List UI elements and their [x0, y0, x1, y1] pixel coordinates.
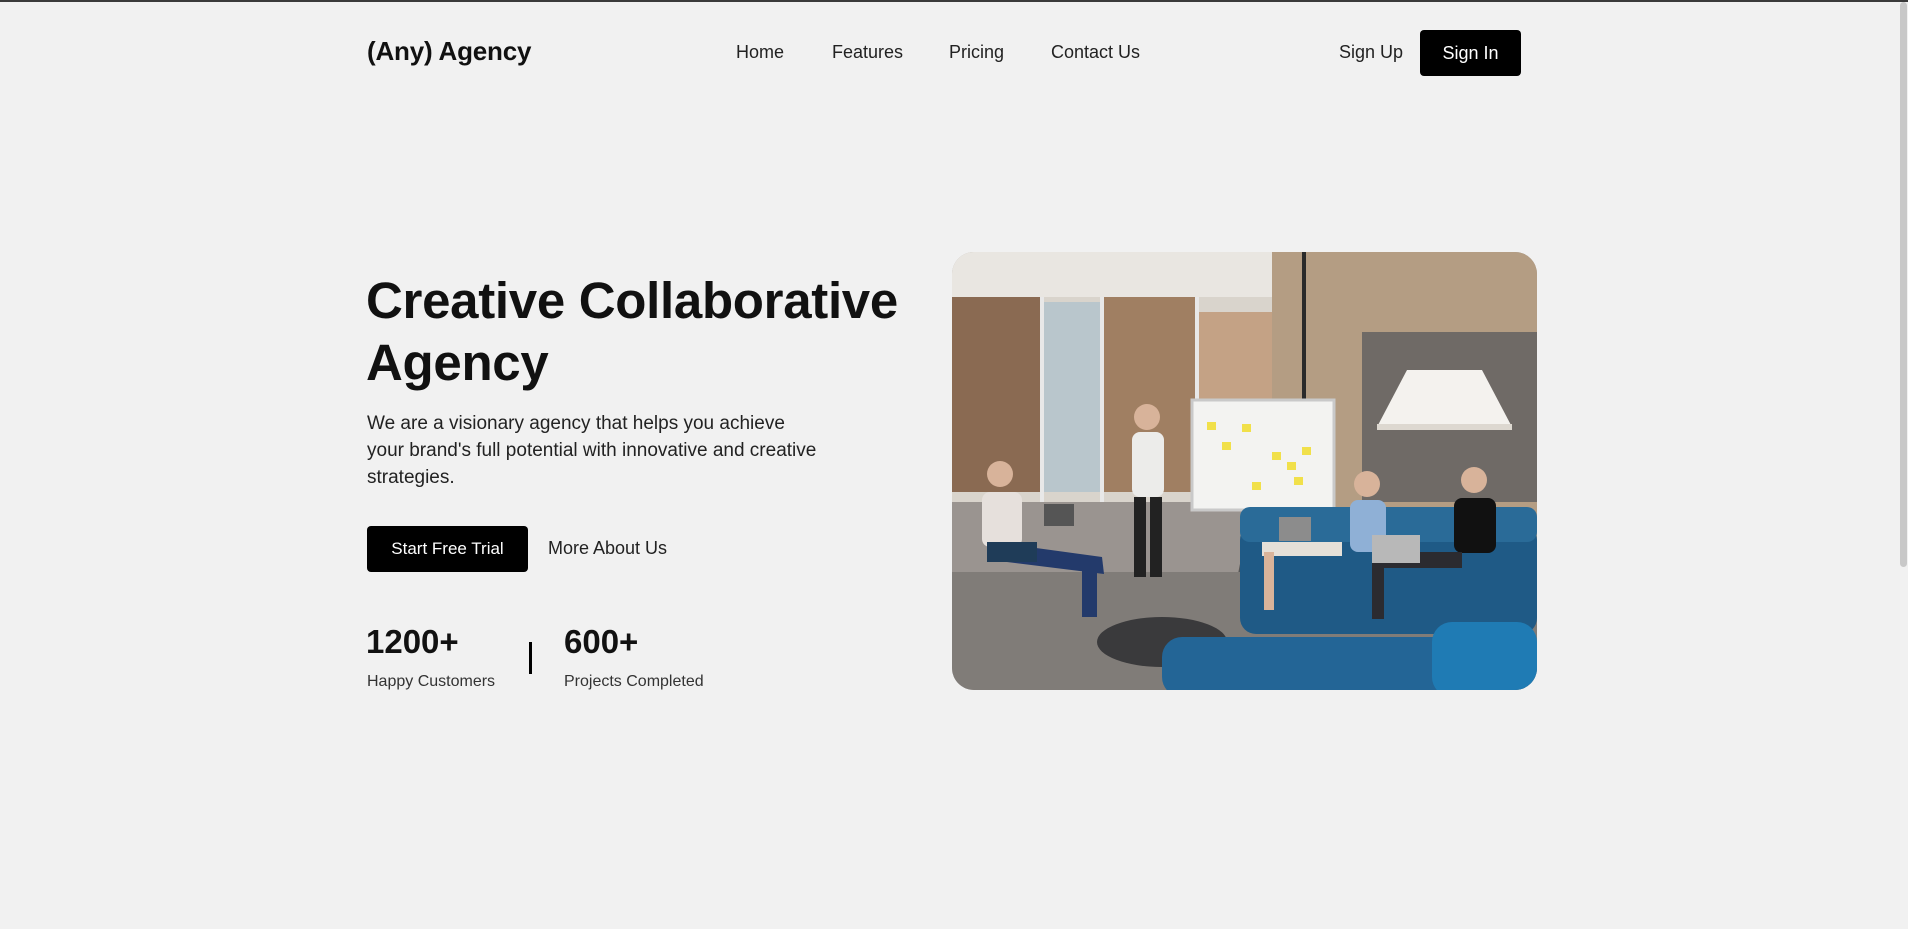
- stat-divider: [529, 642, 532, 674]
- hero-description: We are a visionary agency that helps you…: [367, 413, 817, 488]
- hero-title-line-2: Agency: [366, 334, 549, 391]
- sign-up-link[interactable]: Sign Up: [1339, 42, 1403, 63]
- scrollbar-thumb[interactable]: [1900, 2, 1907, 567]
- sign-in-button[interactable]: Sign In: [1420, 30, 1521, 76]
- stat-projects-label: Projects Completed: [564, 673, 704, 690]
- page-scrollbar[interactable]: [1899, 2, 1908, 929]
- hero-title-line-1: Creative Collaborative: [366, 272, 898, 329]
- stat-customers-label: Happy Customers: [367, 673, 496, 690]
- hero-title: Creative Collaborative Agency: [366, 270, 966, 394]
- hero-team-photo: [952, 252, 1537, 690]
- nav-pricing-link[interactable]: Pricing: [949, 42, 1004, 63]
- nav-features-link[interactable]: Features: [832, 42, 903, 63]
- nav-contact-link[interactable]: Contact Us: [1051, 42, 1140, 63]
- stat-customers-value: 1200+: [366, 623, 459, 660]
- nav-home-link[interactable]: Home: [736, 42, 784, 63]
- brand-logo[interactable]: (Any) Agency: [367, 36, 531, 67]
- more-about-us-link[interactable]: More About Us: [548, 538, 667, 559]
- start-free-trial-button[interactable]: Start Free Trial: [367, 526, 528, 572]
- stat-projects-value: 600+: [564, 623, 639, 660]
